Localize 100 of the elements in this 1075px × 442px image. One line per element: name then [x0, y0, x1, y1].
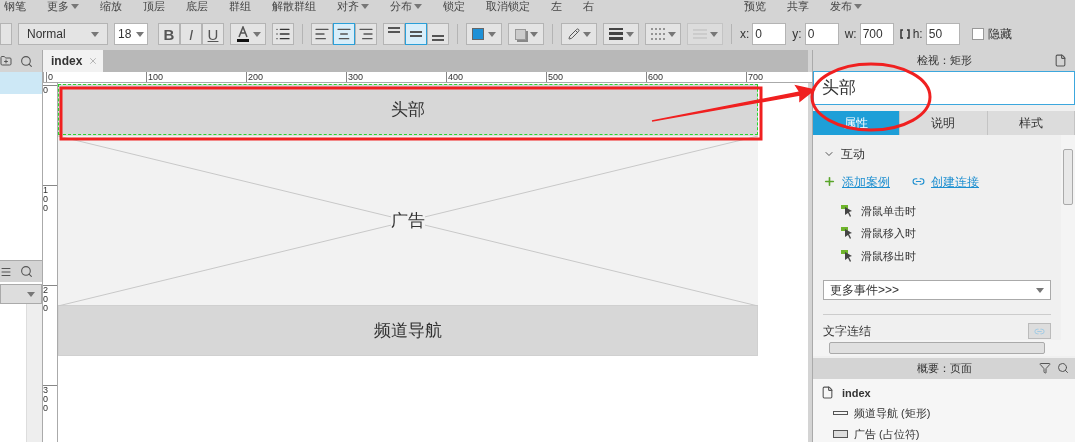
plus-icon — [823, 175, 836, 189]
placeholder-icon — [833, 429, 848, 438]
fill-color-button[interactable] — [466, 23, 502, 45]
menu-item[interactable]: 缩放 — [100, 0, 122, 12]
menu-item[interactable]: 钢笔 — [4, 0, 26, 12]
caret-icon — [667, 31, 676, 37]
underline-button[interactable]: U — [202, 23, 224, 45]
fill-color-swatch — [472, 28, 484, 40]
page-tab[interactable]: index — [43, 50, 103, 72]
field-label: w: — [844, 26, 857, 43]
rectangle-icon — [833, 411, 848, 416]
font-size-dropdown[interactable]: 18 — [114, 23, 148, 45]
event-item[interactable]: 滑鼠移入时 — [841, 225, 1051, 242]
more-events-dropdown[interactable]: 更多事件>>> — [823, 280, 1051, 301]
menu-item[interactable]: 发布 — [830, 0, 862, 12]
font-color-button[interactable] — [230, 23, 266, 45]
placeholder-widget: 广告 — [58, 135, 758, 305]
line-color-button[interactable] — [561, 23, 597, 45]
menu-item[interactable]: 右 — [583, 0, 594, 12]
text-link-label: 文字连结 — [823, 323, 871, 341]
line-weight-button[interactable] — [603, 23, 639, 45]
menu-item[interactable]: 预览 — [744, 0, 766, 12]
align-center-icon — [336, 26, 352, 42]
italic-button[interactable]: I — [180, 23, 202, 45]
menu-item[interactable]: 解散群组 — [272, 0, 316, 12]
cursor-icon — [841, 227, 853, 240]
outline-item[interactable]: 广告 (占位符) — [854, 425, 920, 442]
coordinate-field[interactable]: 0 — [752, 23, 787, 45]
hidden-checkbox[interactable] — [971, 28, 984, 40]
caret-icon — [854, 3, 862, 9]
horizontal-scrollbar[interactable] — [813, 339, 1075, 356]
page-icon — [1054, 53, 1067, 67]
menu-item[interactable]: 对齐 — [337, 0, 369, 12]
valign-top-icon — [388, 27, 400, 33]
close-icon[interactable] — [88, 56, 99, 66]
event-item[interactable]: 滑鼠移出时 — [841, 247, 1051, 265]
menu-item[interactable]: 左 — [551, 0, 562, 12]
shadow-icon — [514, 28, 526, 40]
menu-item[interactable]: 底层 — [186, 0, 208, 12]
caret-icon — [136, 31, 144, 37]
line-style-icon — [650, 28, 665, 40]
align-center-button[interactable] — [333, 23, 355, 45]
menu-item[interactable]: 取消锁定 — [486, 0, 530, 12]
panel-title: 检视：矩形 — [916, 53, 972, 69]
caret-icon — [625, 31, 634, 37]
align-left-icon — [314, 26, 330, 42]
caret-icon — [529, 31, 538, 37]
cursor-icon — [841, 249, 853, 262]
panel-title: 概要：页面 — [916, 360, 972, 376]
bold-button[interactable]: B — [158, 23, 180, 45]
shadow-button[interactable] — [508, 23, 544, 45]
cursor-icon — [841, 204, 853, 217]
coordinate-field[interactable]: 700 — [859, 23, 894, 45]
event-item[interactable]: 滑鼠单击时 — [841, 202, 1051, 220]
valign-top-button[interactable] — [383, 23, 405, 45]
caret-icon — [1036, 287, 1044, 293]
coordinate-field[interactable]: 50 — [925, 23, 960, 45]
valign-middle-button[interactable] — [405, 23, 427, 45]
filter-icon[interactable] — [1039, 362, 1051, 375]
inspector-tab[interactable]: 样式 — [987, 110, 1075, 135]
valign-bottom-icon — [432, 35, 444, 41]
rectangle-widget: 头部 — [58, 84, 758, 135]
font-family-dropdown[interactable]: Normal — [18, 23, 108, 45]
menu-item[interactable]: 分布 — [390, 0, 422, 12]
align-right-button[interactable] — [355, 23, 377, 45]
valign-bottom-button[interactable] — [427, 23, 449, 45]
field-label: y: — [792, 26, 802, 43]
search-icon[interactable] — [1057, 362, 1069, 375]
pencil-icon — [567, 28, 580, 40]
list-icon — [275, 26, 291, 42]
line-style-button[interactable] — [645, 23, 681, 45]
coordinate-field[interactable]: 0 — [804, 23, 839, 45]
scrollbar[interactable] — [26, 304, 42, 442]
field-label: h: — [912, 26, 923, 43]
search-icon — [20, 265, 33, 278]
align-right-icon — [358, 26, 374, 42]
rectangle-widget: 频道导航 — [58, 305, 758, 356]
menu-item[interactable]: 共享 — [787, 0, 809, 12]
menu-item[interactable]: 更多 — [47, 0, 79, 12]
dropdown[interactable] — [0, 284, 42, 304]
caret-icon — [252, 31, 261, 37]
menu-item[interactable]: 顶层 — [143, 0, 165, 12]
caret-icon — [709, 31, 718, 37]
outline-item[interactable]: 频道导航 (矩形) — [854, 405, 931, 422]
caret-icon — [582, 31, 591, 37]
caret-icon — [414, 3, 422, 9]
menu-item[interactable]: 群组 — [229, 0, 251, 12]
vertical-scrollbar[interactable] — [1061, 134, 1075, 340]
menu-item[interactable]: 锁定 — [443, 0, 465, 12]
valign-middle-icon — [410, 31, 422, 37]
menu-icon — [0, 265, 12, 278]
lock-ratio-icon — [899, 29, 910, 39]
search-icon — [20, 54, 33, 68]
bullet-list-button[interactable] — [272, 23, 294, 45]
outline-item[interactable]: index — [842, 384, 871, 401]
add-folder-icon — [0, 55, 12, 67]
inspector-tab[interactable]: 说明 — [900, 110, 988, 135]
caret-icon — [91, 31, 99, 37]
align-left-button[interactable] — [311, 23, 333, 45]
caret-icon — [71, 3, 79, 9]
